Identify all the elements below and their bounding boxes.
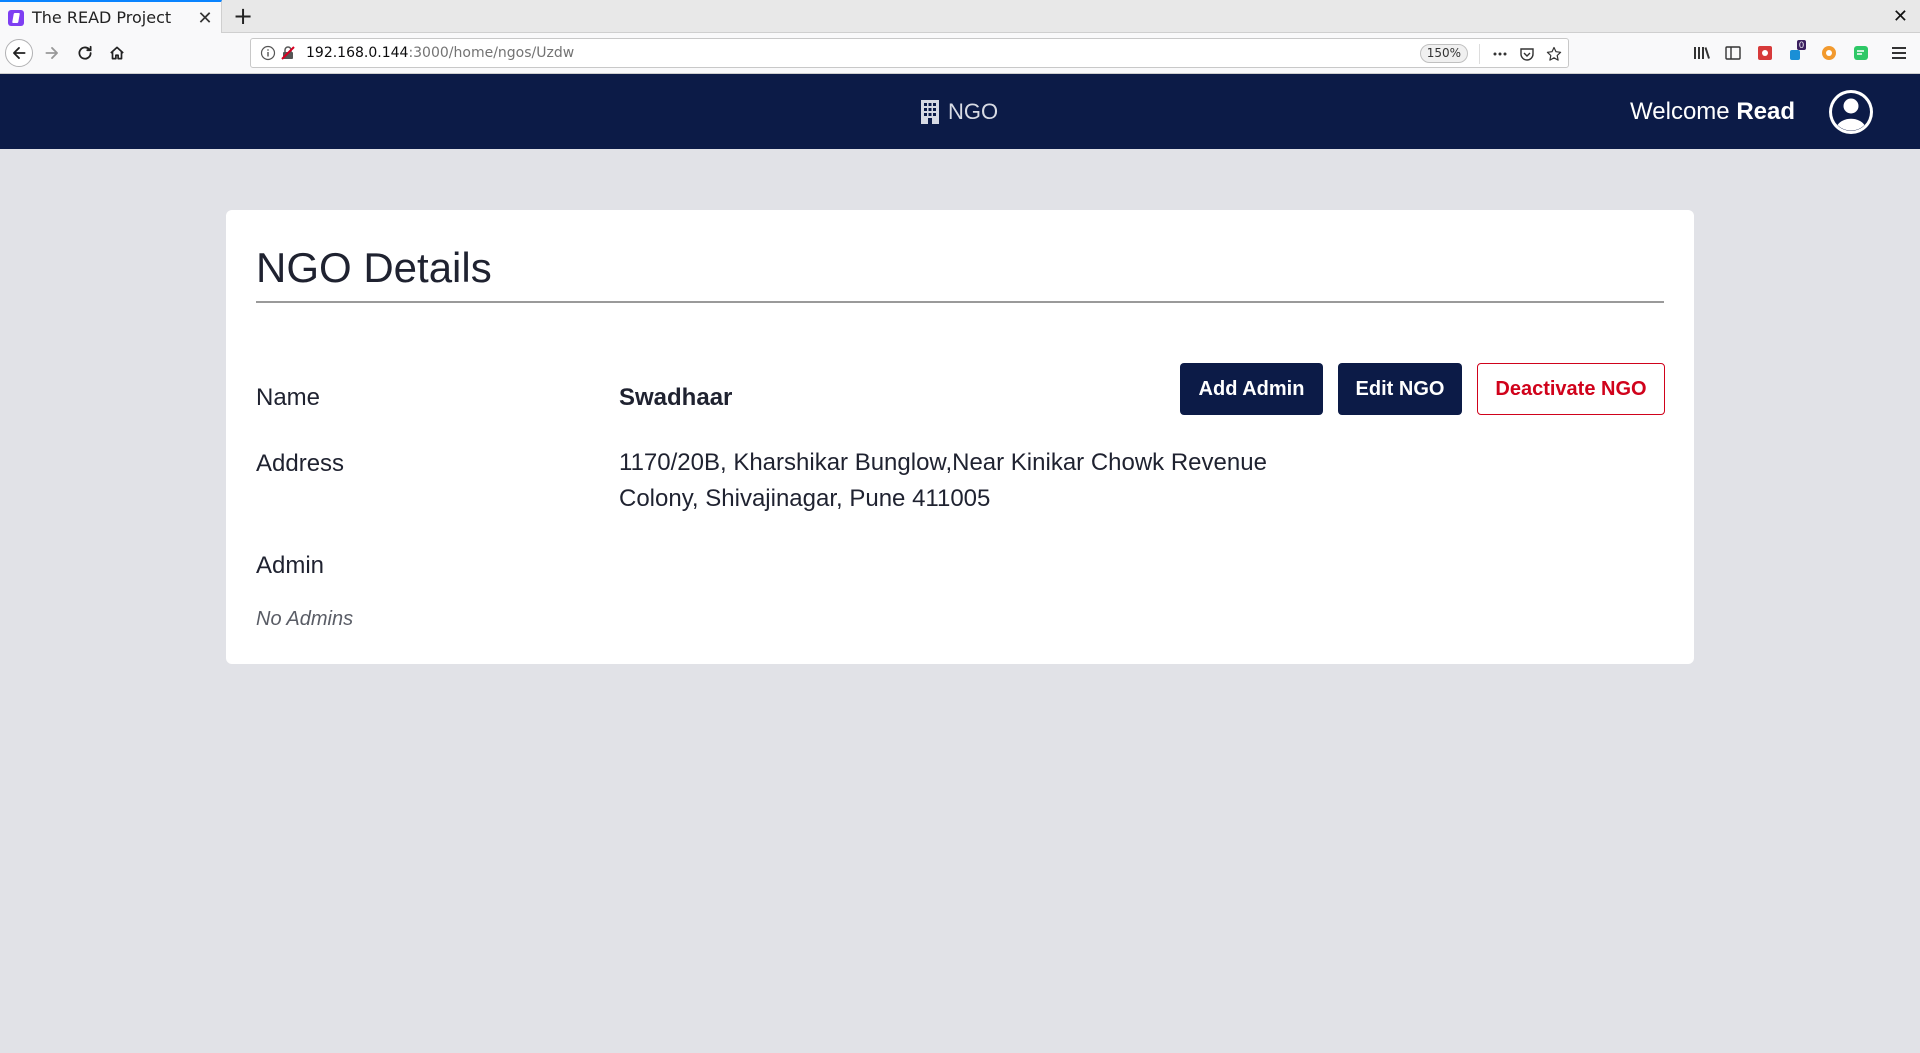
tab-close-icon[interactable]: ✕: [195, 8, 215, 28]
sidebar-toggle-button[interactable]: [1723, 43, 1743, 63]
user-avatar-icon[interactable]: [1827, 88, 1875, 136]
star-icon: [1546, 46, 1562, 61]
extension-badge-count: 0: [1797, 40, 1807, 50]
name-value: Swadhaar: [619, 384, 733, 411]
orange-extension-icon: [1822, 46, 1836, 60]
pocket-button[interactable]: [1517, 44, 1537, 64]
url-text[interactable]: 192.168.0.144:3000/home/ngos/Uzdw: [306, 45, 574, 61]
insecure-lock-icon[interactable]: [280, 45, 296, 61]
header-title: NGO: [948, 99, 999, 124]
admin-label: Admin: [256, 552, 325, 579]
library-icon: [1694, 47, 1710, 59]
extension-orange-button[interactable]: [1819, 43, 1839, 63]
extension-green-button[interactable]: [1851, 43, 1871, 63]
header-brand: NGO: [921, 98, 998, 126]
address-value: 1170/20B, Kharshikar Bunglow,Near Kinika…: [619, 449, 1267, 512]
home-icon: [110, 46, 124, 60]
extension-red-button[interactable]: [1755, 43, 1775, 63]
new-tab-button[interactable]: +: [231, 4, 255, 28]
zoom-level-badge[interactable]: 150%: [1419, 44, 1468, 63]
sidebar-icon: [1725, 46, 1741, 60]
ellipsis-icon: [1493, 52, 1507, 56]
page-title: NGO Details: [256, 244, 492, 291]
book-favicon-icon: [8, 9, 24, 26]
arrow-right-icon: [45, 47, 58, 59]
arrow-left-icon: [13, 47, 26, 59]
title-divider: [256, 301, 1664, 303]
reload-icon: [78, 45, 92, 60]
forward-button[interactable]: [38, 39, 66, 67]
app-header: NGO Welcome Read: [0, 74, 1920, 149]
welcome-message: Welcome Read: [1630, 98, 1795, 126]
window-close-button[interactable]: ✕: [1893, 6, 1908, 27]
browser-tab-active[interactable]: The READ Project ✕: [0, 0, 222, 33]
menu-button[interactable]: [1889, 43, 1909, 63]
page-actions-button[interactable]: [1490, 44, 1510, 64]
welcome-prefix: Welcome: [1630, 98, 1737, 125]
url-bar-divider: [1479, 44, 1480, 64]
url-path: :3000/home/ngos/Uzdw: [408, 45, 575, 61]
back-button[interactable]: [5, 39, 33, 67]
hamburger-menu-icon: [1892, 47, 1906, 59]
url-bar[interactable]: 192.168.0.144:3000/home/ngos/Uzdw 150%: [250, 38, 1569, 68]
address-label: Address: [256, 450, 345, 477]
bookmark-star-button[interactable]: [1544, 44, 1564, 64]
library-button[interactable]: [1692, 43, 1712, 63]
name-label: Name: [256, 384, 321, 411]
url-host: 192.168.0.144: [306, 45, 409, 61]
no-admins-text: No Admins: [256, 608, 354, 630]
user-name: Read: [1736, 98, 1795, 125]
home-button[interactable]: [103, 39, 131, 67]
info-icon[interactable]: [260, 45, 276, 61]
red-extension-icon: [1758, 46, 1772, 60]
browser-navigation-bar: 192.168.0.144:3000/home/ngos/Uzdw 150% 0: [0, 33, 1920, 74]
pocket-icon: [1520, 48, 1534, 61]
add-admin-button[interactable]: Add Admin: [1180, 363, 1323, 415]
extension-badge-button[interactable]: 0: [1787, 40, 1807, 63]
browser-tab-strip: The READ Project ✕ + ✕: [0, 0, 1920, 33]
tab-title: The READ Project: [32, 8, 172, 27]
building-icon: [921, 100, 939, 124]
reload-button[interactable]: [71, 39, 99, 67]
ngo-details-card: NGO Details Name Swadhaar Address 1170/2…: [226, 210, 1694, 664]
edit-ngo-button[interactable]: Edit NGO: [1338, 363, 1462, 415]
deactivate-ngo-button[interactable]: Deactivate NGO: [1477, 363, 1665, 415]
green-extension-icon: [1854, 46, 1868, 60]
